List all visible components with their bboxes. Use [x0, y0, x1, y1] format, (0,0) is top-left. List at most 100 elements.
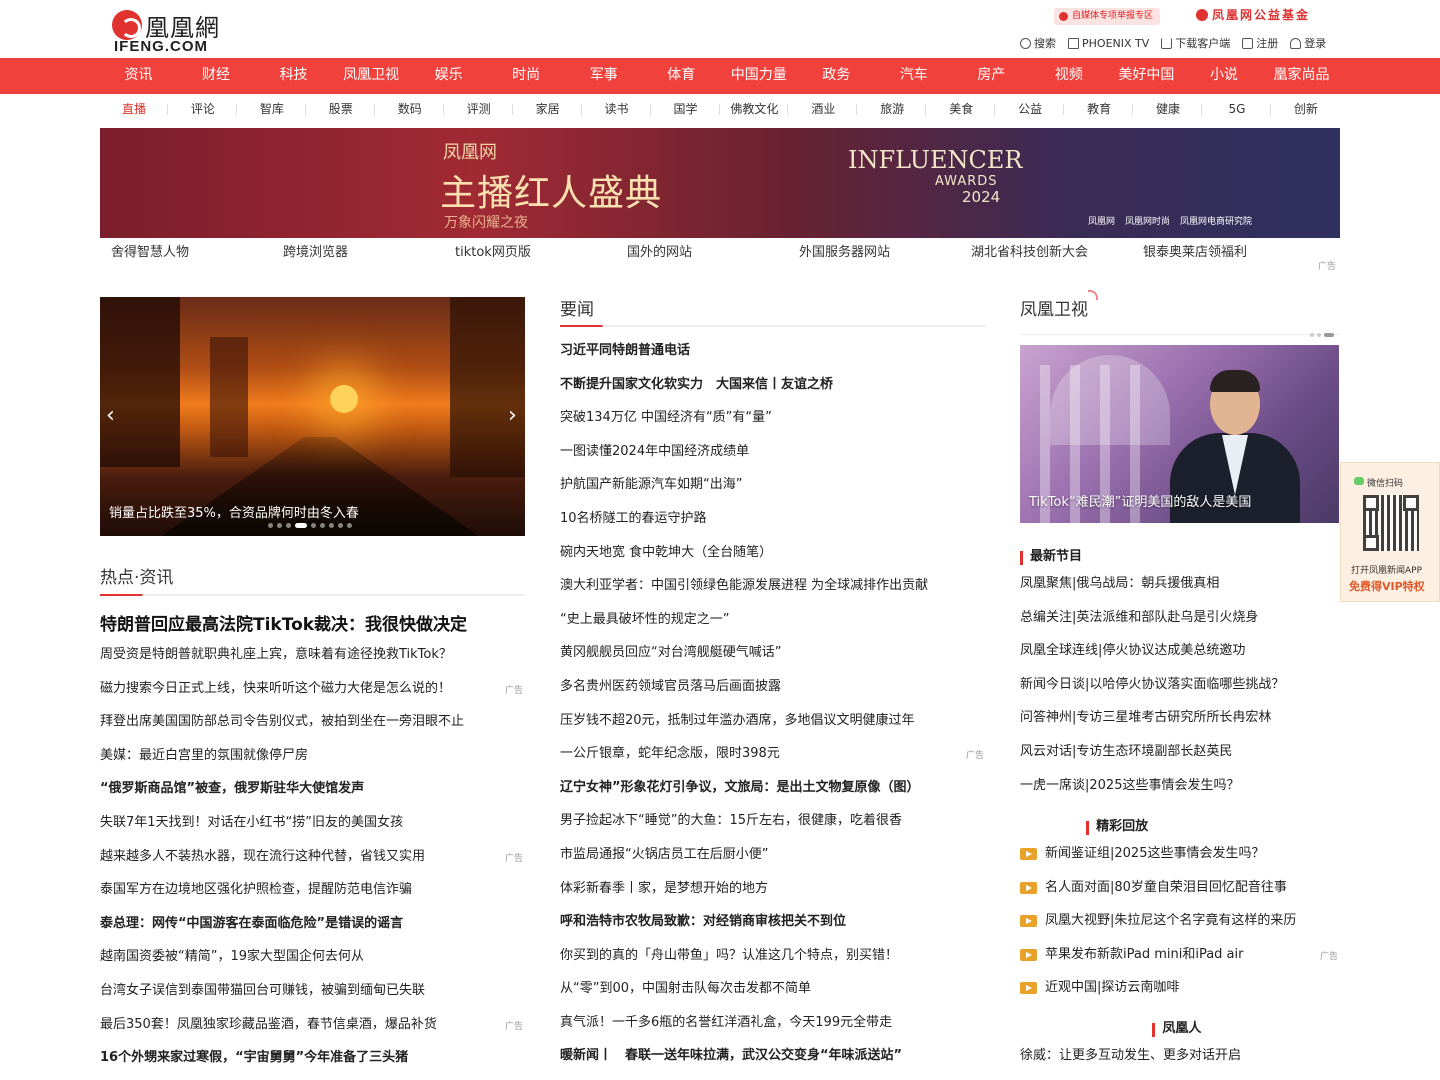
news-item[interactable]: 突破134万亿 中国经济有“质”有“量” — [560, 404, 986, 438]
image-slider[interactable]: ‹ › 销量占比跌至35%，合资品牌何时由冬入春 — [100, 297, 525, 536]
news-item[interactable]: 越来越多人不装热水器，现在流行这种代替，省钱又实用 广告 — [100, 843, 525, 877]
main-nav-item[interactable]: 资讯 — [100, 58, 177, 94]
replay-item[interactable]: 凤凰大视野|朱拉尼这个名字竟有这样的来历 — [1020, 907, 1340, 941]
charity-fund-link[interactable]: 凤凰网公益基金 — [1196, 6, 1310, 23]
site-logo[interactable]: 凰凰網 IFENG.COM — [112, 8, 242, 55]
sub-nav-item[interactable]: 家居 — [514, 96, 582, 122]
sub-nav-item[interactable]: 佛教文化 — [720, 96, 789, 122]
news-item[interactable]: 呼和浩特市农牧局致歉：对经销商审核把关不到位 — [560, 908, 986, 942]
news-item[interactable]: 泰国军方在边境地区强化护照检查，提醒防范电信诈骗 — [100, 876, 525, 910]
ad-link[interactable]: 舍得智慧人物 — [100, 240, 272, 266]
news-item[interactable]: 暖新闻丨 春联一送年味拉满，武汉公交变身“年味派送站” — [560, 1042, 986, 1076]
tv-feature-image[interactable]: TikTok“难民潮”证明美国的敌人是美国 — [1020, 345, 1339, 523]
program-item[interactable]: 一虎一席谈|2025这些事情会发生吗？ — [1020, 772, 1340, 806]
news-item[interactable]: 习近平同特朗普通电话 — [560, 337, 986, 371]
people-item[interactable]: 徐威：让更多互动发生、更多对话开启 — [1020, 1042, 1340, 1076]
slider-dot-active[interactable] — [295, 523, 307, 528]
news-item[interactable]: 拜登出席美国国防部总司令告别仪式，被拍到坐在一旁泪眼不止 — [100, 708, 525, 742]
news-item[interactable]: 一公斤银章，蛇年纪念版，限时398元 广告 — [560, 740, 986, 774]
sub-nav-item[interactable]: 国学 — [652, 96, 720, 122]
news-item[interactable]: 压岁钱不超20元，抵制过年滥办酒席，多地倡议文明健康过年 — [560, 707, 986, 741]
slider-dot[interactable] — [286, 523, 291, 528]
news-item[interactable]: 不断提升国家文化软实力 大国来信丨友谊之桥 — [560, 371, 986, 405]
news-item[interactable]: 美媒：最近白宫里的氛围就像停尸房 — [100, 742, 525, 776]
news-item[interactable]: 从“零”到00，中国射击队每次击发都不简单 — [560, 975, 986, 1009]
sub-nav-item[interactable]: 股票 — [307, 96, 375, 122]
replay-item[interactable]: 近观中国|探访云南咖啡 — [1020, 974, 1340, 1008]
influencer-awards-banner[interactable]: 凤凰网 主播红人盛典 万象闪耀之夜 INFLUENCER AWARDS 2024… — [100, 128, 1340, 238]
sub-nav-item[interactable]: 读书 — [583, 96, 651, 122]
main-nav-item[interactable]: 中国力量 — [720, 58, 797, 94]
main-nav-item[interactable]: 体育 — [643, 58, 720, 94]
sub-nav-item[interactable]: 创新 — [1272, 96, 1340, 122]
main-nav-item[interactable]: 财经 — [178, 58, 255, 94]
slider-prev-icon[interactable]: ‹ — [106, 403, 115, 428]
ad-link[interactable]: 湖北省科技创新大会 — [960, 240, 1132, 266]
news-item[interactable]: 越南国资委被“精简”，19家大型国企何去何从 — [100, 943, 525, 977]
sub-nav-item[interactable]: 旅游 — [858, 96, 927, 122]
search-link[interactable]: 搜索 — [1020, 35, 1056, 51]
news-item[interactable]: 碗内天地宽 食中乾坤大（全台随笔） — [560, 539, 986, 573]
main-nav-item[interactable]: 房产 — [953, 58, 1030, 94]
news-item[interactable]: 市监局通报“火锅店员工在后厨小便” — [560, 841, 986, 875]
register-link[interactable]: 注册 — [1242, 35, 1278, 51]
sub-nav-item[interactable]: 美食 — [927, 96, 996, 122]
slider-dot[interactable] — [268, 523, 273, 528]
ad-link[interactable]: 国外的网站 — [616, 240, 788, 266]
news-item[interactable]: 你买到的真的「舟山带鱼」吗？认准这几个特点，别买错！ — [560, 942, 986, 976]
sub-nav-item[interactable]: 评论 — [169, 96, 237, 122]
replay-item[interactable]: 苹果发布新款iPad mini和iPad air 广告 — [1020, 941, 1340, 975]
phoenix-tv-link[interactable]: PHOENIX TV — [1068, 35, 1149, 51]
program-item[interactable]: 凤凰聚焦|俄乌战局：朝兵援俄真相 — [1020, 570, 1340, 604]
news-item[interactable]: 男子捡起冰下“睡觉”的大鱼：15斤左右，很健康，吃着很香 — [560, 807, 986, 841]
slider-dot[interactable] — [338, 523, 343, 528]
main-nav-item[interactable]: 小说 — [1185, 58, 1262, 94]
replay-item[interactable]: 名人面对面|80岁童自荣泪目回忆配音往事 — [1020, 874, 1340, 908]
news-item[interactable]: 最后350套！凤凰独家珍藏品鉴酒，春节信桌酒，爆品补货 广告 — [100, 1011, 525, 1045]
news-item[interactable]: 失联7年1天找到！对话在小红书“捞”旧友的美国女孩 — [100, 809, 525, 843]
news-item[interactable]: 真气派！一千多6瓶的名誉红洋酒礼盒，今天199元全带走 — [560, 1009, 986, 1043]
news-item[interactable]: 16个外甥来家过寒假，“宇宙舅舅”今年准备了三头猪 — [100, 1044, 525, 1078]
program-item[interactable]: 凤凰全球连线|停火协议达成美总统邀功 — [1020, 637, 1340, 671]
main-nav-item[interactable]: 视频 — [1030, 58, 1107, 94]
ad-link[interactable]: 外国服务器网站 — [788, 240, 960, 266]
tv-feature-caption[interactable]: TikTok“难民潮”证明美国的敌人是美国 — [1029, 491, 1251, 510]
slider-dot[interactable] — [329, 523, 334, 528]
main-nav-item[interactable]: 政务 — [798, 58, 875, 94]
main-nav-item[interactable]: 美好中国 — [1108, 58, 1185, 94]
download-client-link[interactable]: 下载客户端 — [1161, 35, 1230, 51]
slider-dot[interactable] — [320, 523, 325, 528]
main-nav-item[interactable]: 娱乐 — [410, 58, 487, 94]
report-zone-link[interactable]: 自媒体专项举报专区 — [1054, 8, 1160, 25]
main-nav-item[interactable]: 军事 — [565, 58, 642, 94]
login-link[interactable]: 登录 — [1290, 35, 1326, 51]
slider-dot[interactable] — [1310, 333, 1314, 337]
sub-nav-item[interactable]: 酒业 — [789, 96, 858, 122]
main-nav-item[interactable]: 科技 — [255, 58, 332, 94]
news-item[interactable]: 10名桥隧工的春运守护路 — [560, 505, 986, 539]
news-item[interactable]: 体彩新春季丨家，是梦想开始的地方 — [560, 875, 986, 909]
main-nav-item[interactable]: 凰家尚品 — [1263, 58, 1340, 94]
news-item[interactable]: “俄罗斯商品馆”被查，俄罗斯驻华大使馆发声 — [100, 775, 525, 809]
news-item[interactable]: 辽宁女神”形象花灯引争议，文旅局：是出土文物复原像（图） — [560, 774, 986, 808]
news-item[interactable]: 护航国产新能源汽车如期“出海” — [560, 471, 986, 505]
sub-nav-item[interactable]: 智库 — [238, 96, 306, 122]
program-item[interactable]: 风云对话|专访生态环境副部长赵英民 — [1020, 738, 1340, 772]
news-item[interactable]: 多名贵州医药领域官员落马后画面披露 — [560, 673, 986, 707]
sub-nav-item[interactable]: 教育 — [1065, 96, 1134, 122]
news-item[interactable]: 澳大利亚学者：中国引领绿色能源发展进程 为全球减排作出贡献 — [560, 572, 986, 606]
program-item[interactable]: 总编关注|英法派维和部队赴乌是引火烧身 — [1020, 604, 1340, 638]
news-item[interactable]: 一图读懂2024年中国经济成绩单 — [560, 438, 986, 472]
program-item[interactable]: 新闻今日谈|以哈停火协议落实面临哪些挑战？ — [1020, 671, 1340, 705]
sub-nav-item[interactable]: 健康 — [1134, 96, 1203, 122]
sub-nav-item[interactable]: 公益 — [996, 96, 1065, 122]
sub-nav-item[interactable]: 评测 — [445, 96, 513, 122]
ad-link[interactable]: 银泰奥莱店领福利 — [1132, 240, 1304, 266]
slide-caption[interactable]: 销量占比跌至35%，合资品牌何时由冬入春 — [109, 502, 359, 521]
slider-dot[interactable] — [347, 523, 352, 528]
slider-dot-active[interactable] — [1324, 333, 1334, 337]
news-item[interactable]: 台湾女子误信到泰国带猫回台可赚钱，被骗到缅甸已失联 — [100, 977, 525, 1011]
app-qr-widget[interactable]: 微信扫码 打开凤凰新闻APP 免费得VIP特权 — [1340, 462, 1440, 602]
news-item[interactable]: “史上最具破坏性的规定之一” — [560, 606, 986, 640]
news-item[interactable]: 泰总理：网传“中国游客在泰面临危险”是错误的谣言 — [100, 910, 525, 944]
